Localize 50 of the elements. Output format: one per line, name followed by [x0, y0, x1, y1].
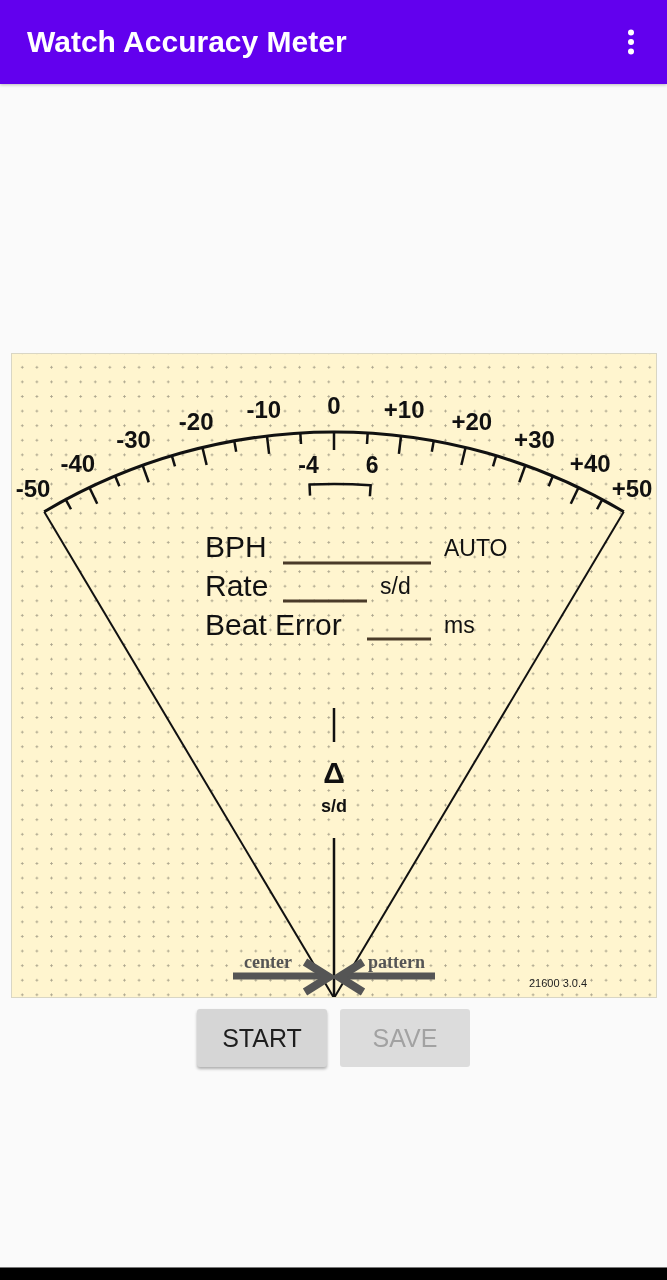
action-button[interactable]: START — [197, 1009, 327, 1067]
center-line — [332, 708, 335, 742]
scale-label: +20 — [450, 407, 492, 435]
scale-tick — [298, 432, 302, 445]
unit-label: AUTO — [443, 535, 507, 561]
more-options-icon[interactable] — [627, 29, 635, 55]
scale-label: -20 — [178, 407, 213, 435]
scale-tick — [140, 464, 150, 483]
scale-tick — [170, 455, 176, 467]
scale-tick — [232, 440, 237, 452]
fill-in-line — [366, 637, 431, 641]
range-label: -4 — [297, 451, 319, 478]
scale-tick — [265, 435, 270, 454]
scale-label: +10 — [383, 395, 425, 423]
scale-label: 0 — [326, 391, 341, 419]
delta-unit-label: s/d — [320, 796, 347, 816]
scale-label: +40 — [569, 449, 611, 477]
scale-tick — [459, 447, 467, 466]
bracket-icon — [307, 482, 372, 497]
reading-label: Beat Error — [204, 608, 342, 641]
scale-tick — [87, 487, 98, 505]
app-title: Watch Accuracy Meter — [27, 25, 347, 59]
arrow-label: center — [243, 952, 292, 972]
version-label: 21600 3.0.4 — [528, 977, 587, 989]
scale-label: -10 — [245, 395, 281, 423]
scale-tick — [332, 432, 335, 450]
scale-tick — [517, 464, 527, 483]
scale-tick — [546, 475, 554, 487]
scale-tick — [200, 447, 208, 466]
delta-symbol: Δ — [322, 756, 345, 789]
scale-label: +30 — [513, 426, 555, 454]
scale-tick — [430, 440, 435, 452]
scale-tick — [569, 487, 580, 505]
scale-tick — [491, 455, 497, 467]
scale-tick — [397, 435, 402, 454]
scale-tick — [64, 499, 72, 510]
unit-label: ms — [443, 612, 475, 638]
arrow-label: pattern — [367, 952, 425, 972]
right-arrow-icon — [232, 958, 337, 996]
scale-label: -40 — [59, 449, 95, 477]
reading-label: BPH — [204, 530, 267, 563]
scale-label: +50 — [611, 475, 652, 503]
scale-tick — [365, 432, 369, 445]
scale-label: -30 — [115, 426, 151, 454]
unit-label: s/d — [379, 573, 411, 599]
scale-tick — [595, 499, 603, 510]
reading-label: Rate — [204, 569, 268, 602]
range-label: 6 — [365, 452, 378, 479]
scale-label: -50 — [15, 475, 50, 503]
scale-tick — [113, 475, 121, 487]
